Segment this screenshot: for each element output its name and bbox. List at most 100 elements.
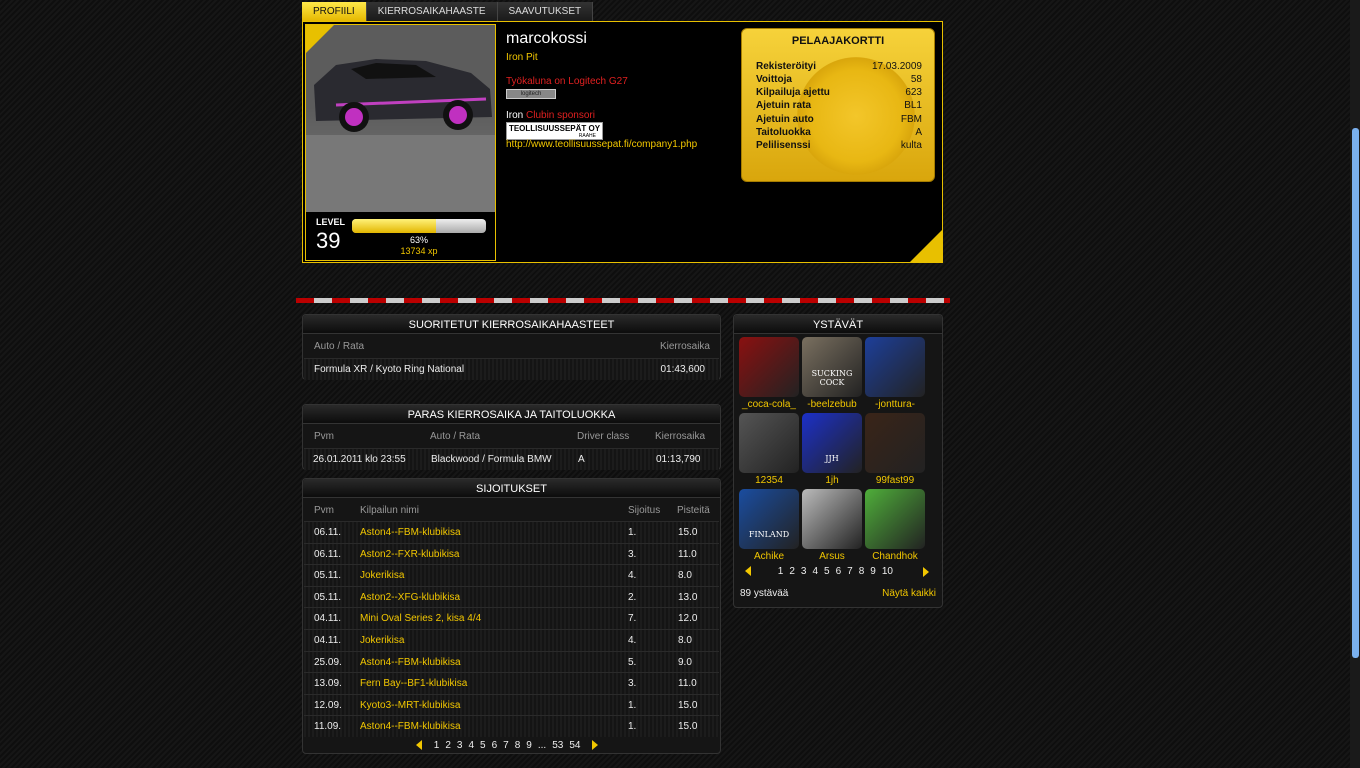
result-points: 15.0: [678, 527, 698, 538]
prev-page-icon[interactable]: [416, 740, 422, 751]
show-all-link[interactable]: Näytä kaikki: [882, 588, 936, 599]
friend-avatar[interactable]: [865, 489, 925, 549]
result-race-link[interactable]: Aston4--FBM-klubikisa: [360, 721, 461, 732]
player-card-title: PELAAJAKORTTI: [791, 35, 885, 47]
friend-name[interactable]: Arsus: [802, 551, 862, 562]
page-link[interactable]: 4: [812, 566, 818, 577]
friend-avatar[interactable]: [802, 489, 862, 549]
result-race-link[interactable]: Aston2--XFG-klubikisa: [360, 592, 460, 603]
result-date: 06.11.: [314, 548, 342, 560]
page-link[interactable]: 8: [859, 566, 865, 577]
friend-item[interactable]: JJH 1jh: [802, 413, 862, 486]
result-date: 05.11.: [314, 570, 342, 582]
page-link[interactable]: 2: [445, 740, 451, 751]
next-page-icon[interactable]: [923, 567, 929, 577]
page-link[interactable]: 4: [468, 740, 474, 751]
friend-avatar[interactable]: SUCKING COCK: [802, 337, 862, 397]
page-link[interactable]: 9: [526, 740, 532, 751]
result-race-link[interactable]: Fern Bay--BF1-klubikisa: [360, 678, 467, 689]
profile-box: LEVEL 39 63% 13734 xp marcokossi Iron Pi…: [302, 21, 943, 263]
col-header-class: Driver class: [577, 431, 630, 442]
friend-item[interactable]: Arsus: [802, 489, 862, 562]
friend-avatar[interactable]: [739, 337, 799, 397]
result-points: 8.0: [678, 570, 692, 582]
completed-challenges-panel: SUORITETUT KIERROSAIKAHAASTEET Auto / Ra…: [302, 314, 721, 380]
result-race-link[interactable]: Aston4--FBM-klubikisa: [360, 527, 461, 538]
page-link[interactable]: 54: [569, 740, 580, 751]
result-race-link[interactable]: Kyoto3--MRT-klubikisa: [360, 700, 460, 711]
avatar-caption: FINLAND: [748, 530, 790, 539]
result-race-link[interactable]: Aston4--FBM-klubikisa: [360, 657, 461, 668]
page-link[interactable]: 3: [457, 740, 463, 751]
friend-name[interactable]: -beelzebub: [802, 399, 862, 410]
page-link[interactable]: 8: [515, 740, 521, 751]
result-race-link[interactable]: Mini Oval Series 2, kisa 4/4: [360, 613, 481, 624]
prev-page-icon[interactable]: [745, 566, 751, 577]
next-page-icon[interactable]: [592, 740, 599, 751]
club-name[interactable]: Iron: [506, 110, 523, 121]
wheel-info: Työkaluna on Logitech G27: [506, 76, 628, 87]
friend-avatar[interactable]: FINLAND: [739, 489, 799, 549]
result-date: 25.09.: [314, 656, 342, 668]
page-scrollbar[interactable]: [1350, 0, 1360, 768]
friend-item[interactable]: Chandhok: [865, 489, 925, 562]
friend-avatar[interactable]: [865, 337, 925, 397]
result-race-link[interactable]: Aston2--FXR-klubikisa: [360, 549, 459, 560]
tab-laptime-challenge[interactable]: KIERROSAIKAHAASTE: [366, 2, 498, 21]
col-header-date: Pvm: [314, 431, 334, 442]
friend-name[interactable]: 1jh: [802, 475, 862, 486]
friend-name[interactable]: Achike: [739, 551, 799, 562]
friend-avatar[interactable]: JJH: [802, 413, 862, 473]
team-name[interactable]: Iron Pit: [506, 52, 538, 63]
profile-tabs: PROFIILI KIERROSAIKAHAASTE SAAVUTUKSET: [302, 2, 594, 21]
sponsor-link[interactable]: http://www.teollisuussepat.fi/company1.p…: [506, 139, 697, 150]
friend-avatar[interactable]: [865, 413, 925, 473]
page-link[interactable]: 3: [801, 566, 807, 577]
best-date: 26.01.2011 klo 23:55: [313, 454, 406, 465]
sponsor-logo[interactable]: TEOLLISUUSSEPÄT OY RAAHE: [506, 122, 603, 140]
page-link[interactable]: 9: [870, 566, 876, 577]
friend-name[interactable]: 12354: [739, 475, 799, 486]
friend-avatar[interactable]: [739, 413, 799, 473]
club-line: Iron Clubin sponsori: [506, 110, 595, 121]
page-link[interactable]: 5: [824, 566, 830, 577]
friend-name[interactable]: _coca-cola_: [739, 399, 799, 410]
result-date: 11.09.: [314, 721, 342, 733]
page-link[interactable]: 5: [480, 740, 486, 751]
page-link[interactable]: 6: [836, 566, 842, 577]
friend-name[interactable]: -jonttura-: [865, 399, 925, 410]
result-position: 5.: [628, 656, 637, 668]
col-header-points: Pisteitä: [677, 505, 710, 516]
result-position: 1.: [628, 721, 637, 733]
page-link[interactable]: 6: [492, 740, 498, 751]
best-track: Blackwood / Formula BMW: [431, 454, 552, 465]
tab-achievements[interactable]: SAAVUTUKSET: [497, 2, 594, 21]
col-header-track: Auto / Rata: [430, 431, 481, 442]
card-row: Taitoluokka A: [756, 127, 922, 138]
page-link[interactable]: 10: [882, 566, 893, 577]
scrollbar-thumb[interactable]: [1352, 128, 1359, 658]
friend-item[interactable]: 99fast99: [865, 413, 925, 486]
page-link[interactable]: 2: [789, 566, 795, 577]
best-class: A: [578, 454, 585, 465]
friend-name[interactable]: 99fast99: [865, 475, 925, 486]
page-link[interactable]: 1: [434, 740, 440, 751]
tab-profile[interactable]: PROFIILI: [302, 2, 367, 21]
result-race-link[interactable]: Jokerikisa: [360, 635, 404, 646]
page-link[interactable]: 1: [778, 566, 784, 577]
page-link[interactable]: 7: [503, 740, 509, 751]
friend-item[interactable]: 12354: [739, 413, 799, 486]
results-pager: 1 2 3 4 5 6 7 8 9... 53 54: [413, 740, 601, 751]
page-link[interactable]: 7: [847, 566, 853, 577]
friend-item[interactable]: _coca-cola_: [739, 337, 799, 410]
friend-item[interactable]: SUCKING COCK -beelzebub: [802, 337, 862, 410]
result-position: 4.: [628, 570, 637, 582]
results-title: SIJOITUKSET: [303, 479, 720, 498]
table-row: 06.11. Aston2--FXR-klubikisa 3. 11.0: [304, 542, 719, 565]
friend-count: 89 ystävää: [740, 588, 789, 599]
friend-name[interactable]: Chandhok: [865, 551, 925, 562]
friend-item[interactable]: -jonttura-: [865, 337, 925, 410]
result-race-link[interactable]: Jokerikisa: [360, 570, 404, 581]
friend-item[interactable]: FINLAND Achike: [739, 489, 799, 562]
page-link[interactable]: 53: [552, 740, 563, 751]
